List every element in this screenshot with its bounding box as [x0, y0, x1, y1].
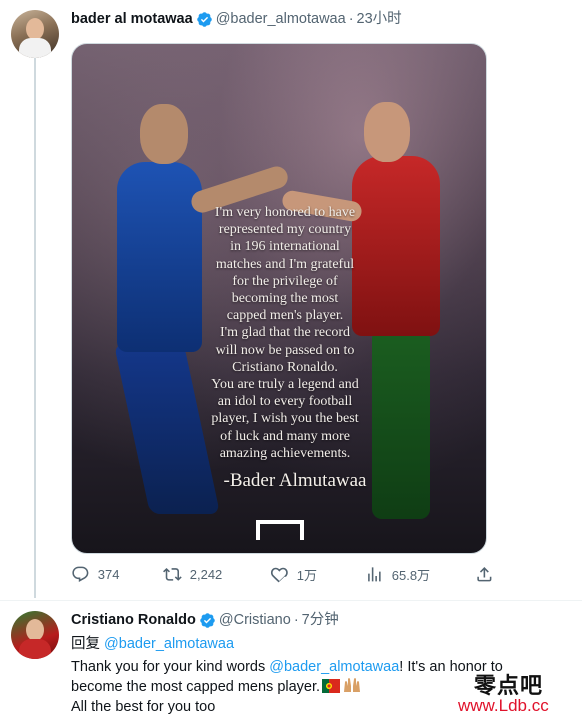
- header-separator: ·: [348, 11, 354, 27]
- site-watermark: 零点吧 www.Ldb.cc: [440, 660, 580, 718]
- quote-line: amazing achievements.: [219, 445, 351, 461]
- mention-link[interactable]: @bader_almotawaa: [269, 659, 399, 675]
- retweet-count: 2,242: [189, 566, 223, 582]
- retweet-icon: [163, 568, 182, 581]
- like-icon: [270, 567, 288, 583]
- reply-button[interactable]: 374: [71, 565, 119, 584]
- views-count: 65.8万: [391, 568, 431, 583]
- verified-badge-icon[interactable]: [199, 612, 216, 629]
- share-icon: [477, 567, 492, 582]
- header-separator: ·: [293, 612, 299, 628]
- image-quote-text: I'm very honored to have represented my …: [190, 204, 380, 462]
- watermark-url: www.Ldb.cc: [458, 696, 549, 715]
- text-segment: become the most capped mens player.: [71, 679, 321, 695]
- author-handle[interactable]: @bader_almotawaa: [216, 10, 346, 28]
- quote-line: player, I wish you the best: [211, 411, 359, 427]
- quote-line: You are truly a legend and: [211, 377, 359, 393]
- quote-line: becoming the most: [231, 291, 339, 307]
- tweet-header: bader al motawaa @bader_almotawaa · 23小时: [71, 10, 402, 28]
- quote-line: capped men's player.: [226, 308, 344, 324]
- quote-line: for the privilege of: [232, 273, 338, 289]
- quote-line: in 196 international: [230, 239, 340, 255]
- like-button[interactable]: 1万: [270, 565, 317, 584]
- avatar-shirt: [19, 38, 51, 58]
- replying-to: 回复 @bader_almotawaa: [71, 635, 234, 653]
- author-handle[interactable]: @Cristiano: [219, 611, 291, 629]
- reply-to-mention-link[interactable]: @bader_almotawaa: [104, 636, 234, 652]
- retweet-button[interactable]: 2,242: [163, 565, 222, 584]
- avatar-shirt: [19, 639, 51, 659]
- quote-line: an idol to every football: [217, 394, 353, 410]
- tweet-timestamp[interactable]: 7分钟: [302, 611, 339, 629]
- player-right-head: [364, 102, 410, 162]
- views-icon: [368, 567, 381, 582]
- tweet-image[interactable]: I'm very honored to have represented my …: [71, 43, 487, 554]
- tweet-header: Cristiano Ronaldo @Cristiano · 7分钟: [71, 611, 339, 629]
- image-signature: -Bader Almutawaa: [223, 470, 367, 491]
- avatar-bader[interactable]: [11, 10, 59, 58]
- quote-line: matches and I'm grateful: [215, 256, 355, 272]
- reply-count: 374: [97, 566, 120, 582]
- views-button[interactable]: 65.8万: [365, 565, 430, 584]
- tweet-action-bar: 374 2,242 1万 65.8万: [71, 565, 501, 589]
- raised-hands-icon: [344, 678, 361, 692]
- avatar-cristiano[interactable]: [11, 611, 59, 659]
- author-display-name[interactable]: Cristiano Ronaldo: [71, 611, 196, 629]
- verified-badge-icon[interactable]: [196, 11, 213, 28]
- avatar-face: [26, 18, 44, 40]
- like-count: 1万: [296, 568, 317, 583]
- reply-icon: [72, 566, 89, 582]
- player-left-head: [140, 104, 188, 164]
- text-segment: Thank you for your kind words: [71, 659, 270, 675]
- reply-label: 回复: [71, 636, 100, 652]
- quote-line: of luck and many more: [220, 428, 350, 444]
- share-button[interactable]: [475, 565, 494, 584]
- tweet-timestamp[interactable]: 23小时: [357, 10, 402, 28]
- author-display-name[interactable]: bader al motawaa: [71, 10, 193, 28]
- avatar-face: [26, 619, 44, 641]
- quote-line: represented my country: [218, 222, 352, 238]
- portugal-flag-icon: [322, 679, 341, 693]
- quote-line: Cristiano Ronaldo.: [232, 359, 338, 375]
- quote-line: I'm very honored to have: [214, 205, 356, 220]
- goal-logo-icon: [256, 520, 304, 540]
- quote-line: will now be passed on to: [215, 342, 355, 358]
- tweet-bader[interactable]: bader al motawaa @bader_almotawaa · 23小时…: [0, 0, 582, 600]
- quote-line: I'm glad that the record: [219, 325, 351, 341]
